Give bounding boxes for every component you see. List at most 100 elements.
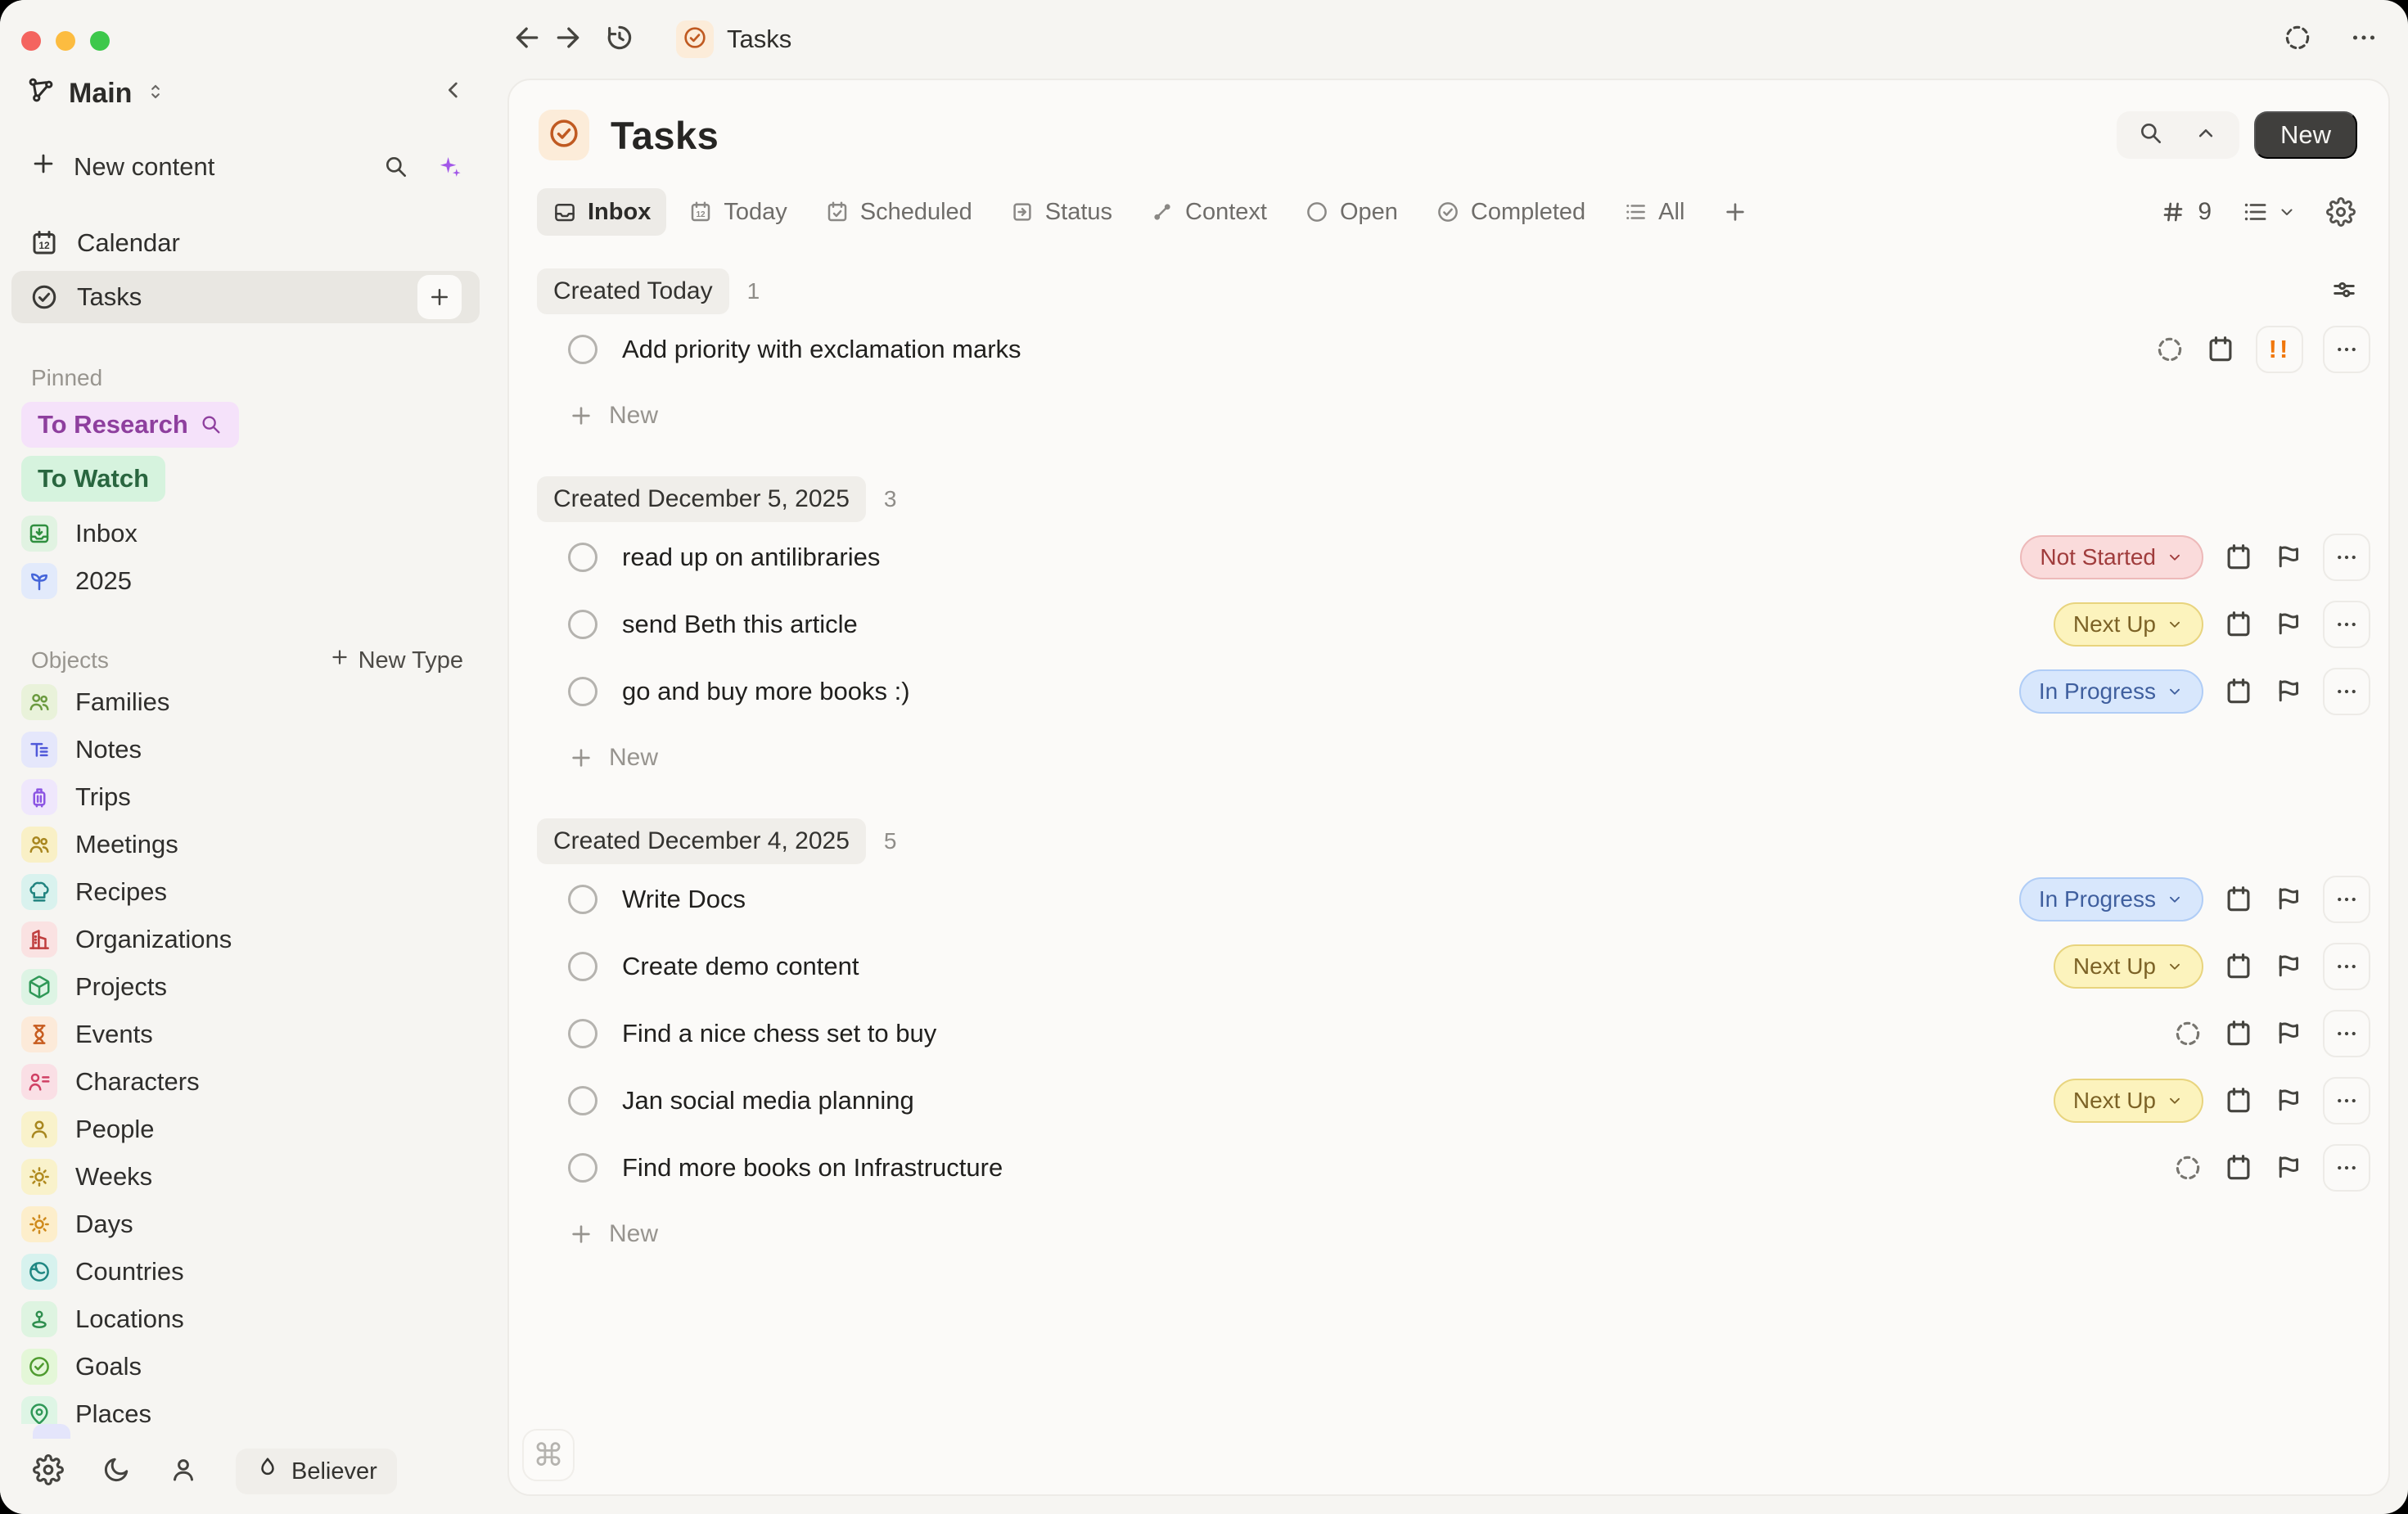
tab-scheduled[interactable]: Scheduled — [809, 188, 988, 236]
dashed-circle-icon[interactable] — [2282, 22, 2313, 53]
task-title[interactable]: go and buy more books :) — [622, 677, 910, 706]
calendar-icon[interactable] — [2223, 951, 2254, 982]
filter-settings-icon[interactable] — [2329, 275, 2359, 309]
status-badge[interactable]: Next Up — [2054, 944, 2203, 989]
task-checkbox[interactable] — [568, 335, 597, 364]
sidebar-item-tasks[interactable]: Tasks — [11, 271, 480, 323]
sidebar-item-people[interactable]: People — [0, 1106, 491, 1153]
task-checkbox[interactable] — [568, 610, 597, 639]
sidebar-item-partial[interactable] — [33, 1424, 70, 1439]
add-task-quick-button[interactable] — [417, 275, 462, 319]
calendar-icon[interactable] — [2223, 676, 2254, 707]
dashed-circle-icon[interactable] — [2172, 1152, 2203, 1183]
tab-today[interactable]: 12Today — [673, 188, 802, 236]
tab-status[interactable]: Status — [994, 188, 1128, 236]
more-button[interactable] — [2323, 943, 2370, 990]
flag-icon[interactable] — [2274, 677, 2303, 706]
chevron-left-icon[interactable] — [440, 77, 467, 103]
sidebar-item-families[interactable]: Families — [0, 678, 491, 726]
task-checkbox[interactable] — [568, 1086, 597, 1115]
calendar-icon[interactable] — [2223, 884, 2254, 915]
task-checkbox[interactable] — [568, 677, 597, 706]
moon-icon[interactable] — [101, 1455, 131, 1485]
sidebar-item-countries[interactable]: Countries — [0, 1248, 491, 1295]
gear-icon[interactable] — [2326, 197, 2356, 227]
history-icon[interactable] — [604, 22, 635, 53]
sparkles-icon[interactable] — [435, 153, 463, 181]
priority-button[interactable]: !! — [2256, 326, 2303, 373]
task-checkbox[interactable] — [568, 1019, 597, 1048]
tab-all[interactable]: All — [1608, 188, 1700, 236]
flag-icon[interactable] — [2274, 1086, 2303, 1115]
sidebar-item-trips[interactable]: Trips — [0, 773, 491, 821]
flag-icon[interactable] — [2274, 885, 2303, 914]
task-title[interactable]: read up on antilibraries — [622, 543, 880, 572]
flag-icon[interactable] — [2274, 952, 2303, 981]
task-title[interactable]: Add priority with exclamation marks — [622, 335, 1021, 364]
more-button[interactable] — [2323, 1010, 2370, 1057]
sidebar-item-recipes[interactable]: Recipes — [0, 868, 491, 916]
calendar-icon[interactable] — [2223, 609, 2254, 640]
add-view-tab-button[interactable] — [1707, 188, 1764, 236]
sidebar-item-locations[interactable]: Locations — [0, 1295, 491, 1343]
ellipsis-icon[interactable] — [2349, 23, 2379, 52]
workspace-switcher[interactable]: Main — [0, 51, 491, 112]
status-badge[interactable]: In Progress — [2019, 877, 2203, 921]
open-tab[interactable]: Tasks — [676, 20, 791, 58]
tab-context[interactable]: Context — [1134, 188, 1283, 236]
add-task-row[interactable]: New — [537, 1201, 2377, 1267]
flag-icon[interactable] — [2274, 543, 2303, 572]
pinned-item-2025[interactable]: 2025 — [0, 557, 491, 605]
section-title-pill[interactable]: Created December 5, 2025 — [537, 476, 866, 522]
sidebar-item-notes[interactable]: Notes — [0, 726, 491, 773]
task-title[interactable]: Create demo content — [622, 952, 859, 981]
close-window-button[interactable] — [21, 31, 41, 51]
sidebar-item-meetings[interactable]: Meetings — [0, 821, 491, 868]
status-badge[interactable]: Next Up — [2054, 1079, 2203, 1123]
pinned-item-inbox[interactable]: Inbox — [0, 510, 491, 557]
user-icon[interactable] — [169, 1455, 198, 1485]
calendar-icon[interactable] — [2223, 1018, 2254, 1049]
sidebar-item-calendar[interactable]: 12Calendar — [11, 217, 480, 269]
task-title[interactable]: Write Docs — [622, 885, 746, 914]
calendar-icon[interactable] — [2223, 542, 2254, 573]
more-button[interactable] — [2323, 601, 2370, 648]
new-content-row[interactable]: New content — [0, 112, 491, 184]
sidebar-item-events[interactable]: Events — [0, 1011, 491, 1058]
section-title-pill[interactable]: Created December 4, 2025 — [537, 818, 866, 864]
sidebar-item-days[interactable]: Days — [0, 1201, 491, 1248]
task-checkbox[interactable] — [568, 1153, 597, 1183]
flag-icon[interactable] — [2274, 610, 2303, 639]
status-badge[interactable]: In Progress — [2019, 669, 2203, 714]
calendar-icon[interactable] — [2223, 1085, 2254, 1116]
more-button[interactable] — [2323, 668, 2370, 715]
pinned-tag-to-watch[interactable]: To Watch — [21, 456, 165, 502]
command-shortcut-button[interactable]: ⌘ — [522, 1429, 575, 1481]
task-checkbox[interactable] — [568, 952, 597, 981]
flag-icon[interactable] — [2274, 1153, 2303, 1183]
calendar-icon[interactable] — [2223, 1152, 2254, 1183]
add-task-row[interactable]: New — [537, 383, 2377, 448]
task-title[interactable]: Find a nice chess set to buy — [622, 1019, 936, 1048]
minimize-window-button[interactable] — [56, 31, 75, 51]
arrow-left-icon[interactable] — [511, 21, 543, 54]
sidebar-item-characters[interactable]: Characters — [0, 1058, 491, 1106]
zoom-window-button[interactable] — [90, 31, 110, 51]
task-checkbox[interactable] — [568, 885, 597, 914]
search-collapse-pill[interactable] — [2117, 111, 2239, 159]
sidebar-item-projects[interactable]: Projects — [0, 963, 491, 1011]
plan-badge[interactable]: Believer — [236, 1449, 397, 1494]
select-updown-icon[interactable] — [145, 81, 166, 102]
more-button[interactable] — [2323, 534, 2370, 581]
arrow-right-icon[interactable] — [552, 21, 584, 54]
new-type-button[interactable]: New Type — [329, 647, 463, 674]
dashed-circle-icon[interactable] — [2154, 334, 2185, 365]
section-title-pill[interactable]: Created Today — [537, 268, 729, 314]
view-type-dropdown[interactable] — [2241, 198, 2297, 226]
more-button[interactable] — [2323, 876, 2370, 923]
sidebar-item-organizations[interactable]: Organizations — [0, 916, 491, 963]
dashed-circle-icon[interactable] — [2172, 1018, 2203, 1049]
task-checkbox[interactable] — [568, 543, 597, 572]
status-badge[interactable]: Not Started — [2020, 535, 2203, 579]
tab-completed[interactable]: Completed — [1420, 188, 1601, 236]
